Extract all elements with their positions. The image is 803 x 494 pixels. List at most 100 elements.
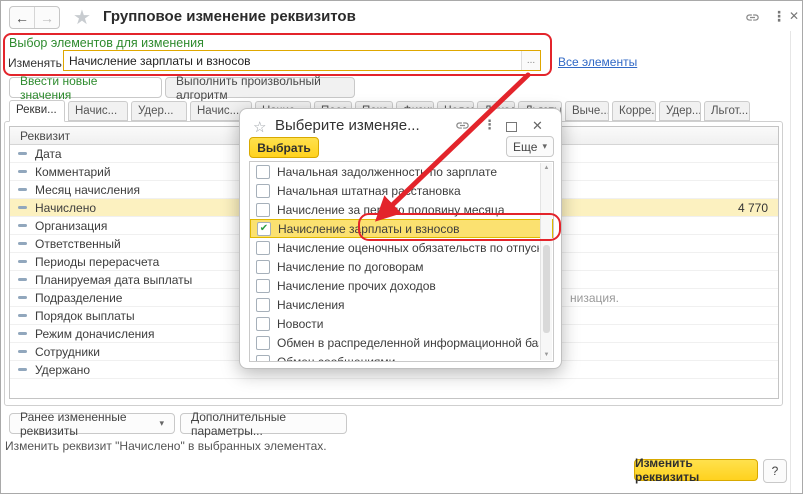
tab-label: Начис...: [197, 105, 239, 117]
attribute-value: 4 770: [738, 201, 768, 215]
tab-14[interactable]: Льгот...: [704, 101, 750, 121]
checklist-item-label: Начальная задолженность по зарплате: [277, 165, 497, 179]
forward-arrow-icon: →: [40, 10, 54, 26]
checkbox-icon[interactable]: [256, 203, 270, 217]
checklist-item[interactable]: Начальная штатная расстановка: [250, 181, 553, 200]
checkbox-icon[interactable]: [256, 355, 270, 363]
previously-changed-button[interactable]: Ранее измененные реквизиты ▾: [9, 413, 175, 434]
attribute-label: Дата: [35, 147, 62, 161]
checklist-item-label: Новости: [277, 317, 323, 331]
attribute-label: Начислено: [35, 201, 96, 215]
attribute-dash-icon: [18, 278, 27, 281]
change-target-field: ...: [63, 50, 541, 71]
checkbox-checked-icon[interactable]: ✔: [257, 222, 271, 236]
checklist-item[interactable]: Начисление оценочных обязательств по отп…: [250, 238, 553, 257]
tab-label: Удер...: [666, 105, 701, 117]
scrollbar[interactable]: ▲ ▼: [540, 163, 552, 360]
scrollbar-thumb[interactable]: [543, 245, 550, 333]
attribute-hint: низация.: [570, 291, 619, 305]
checklist-item-label: Обмен в распределенной информационной ба…: [277, 336, 539, 350]
checklist-item[interactable]: ✔ Начисление зарплаты и взносов: [250, 219, 553, 238]
attribute-label: Удержано: [35, 363, 90, 377]
checkbox-icon[interactable]: [256, 298, 270, 312]
link-icon: [745, 10, 760, 25]
dialog-title: Выберите изменяе...: [275, 117, 445, 134]
apply-changes-button[interactable]: Изменить реквизиты: [634, 459, 758, 481]
dialog-star-icon[interactable]: ☆: [253, 118, 266, 136]
all-elements-link[interactable]: Все элементы: [558, 55, 637, 69]
tab-13[interactable]: Удер...: [659, 101, 701, 121]
checkbox-icon[interactable]: [256, 165, 270, 179]
elements-checklist: Начальная задолженность по зарплате Начал…: [249, 161, 554, 362]
attribute-dash-icon: [18, 350, 27, 353]
more-button[interactable]: Еще ▾: [506, 136, 554, 157]
selection-section-title: Выбор элементов для изменения: [9, 36, 204, 50]
dialog-close-icon[interactable]: ✕: [532, 118, 543, 134]
checkbox-icon[interactable]: [256, 241, 270, 255]
checklist-item[interactable]: Начисления: [250, 295, 553, 314]
enter-new-values-button[interactable]: Ввести новые значения: [9, 77, 162, 98]
attribute-label: Месяц начисления: [35, 183, 140, 197]
select-button[interactable]: Выбрать: [249, 137, 319, 158]
checklist-item-label: Начисление по договорам: [277, 260, 424, 274]
checklist-item[interactable]: Обмен сообщениями: [250, 352, 553, 362]
attribute-dash-icon: [18, 242, 27, 245]
favorite-star-icon[interactable]: ★: [73, 5, 91, 30]
previously-changed-label: Ранее измененные реквизиты: [20, 410, 154, 438]
checklist-item-label: Начисление зарплаты и взносов: [278, 222, 460, 236]
back-button[interactable]: ←: [10, 7, 35, 28]
checklist-item[interactable]: Начальная задолженность по зарплате: [250, 162, 553, 181]
right-gutter: [790, 31, 791, 493]
checkbox-icon[interactable]: [256, 279, 270, 293]
choose-element-button[interactable]: ...: [521, 51, 540, 70]
attribute-label: Периоды перерасчета: [35, 255, 159, 269]
status-text: Изменить реквизит "Начислено" в выбранны…: [5, 439, 327, 453]
attribute-label: Планируемая дата выплаты: [35, 273, 192, 287]
change-target-input[interactable]: [64, 51, 521, 70]
checkbox-icon[interactable]: [256, 336, 270, 350]
attribute-dash-icon: [18, 296, 27, 299]
tab-label: Корре...: [619, 105, 656, 117]
group-change-window: ← → ★ Групповое изменение реквизитов ⋮ ✕…: [0, 0, 803, 494]
tab-0[interactable]: Рекви...: [9, 100, 65, 122]
additional-params-label: Дополнительные параметры...: [191, 410, 336, 438]
dialog-more-menu-icon[interactable]: ⋮: [483, 117, 496, 133]
dialog-get-link-icon[interactable]: [455, 118, 470, 136]
more-menu-icon[interactable]: ⋮: [772, 8, 786, 25]
dialog-maximize-icon[interactable]: [506, 122, 517, 132]
tab-12[interactable]: Корре...: [612, 101, 656, 121]
checkbox-icon[interactable]: [256, 184, 270, 198]
attribute-dash-icon: [18, 152, 27, 155]
checklist-item-label: Начисление за первую половину месяца: [277, 203, 505, 217]
help-button[interactable]: ?: [763, 459, 787, 483]
run-algorithm-button[interactable]: Выполнить произвольный алгоритм: [165, 77, 355, 98]
nav-buttons: ← →: [9, 6, 60, 29]
checkbox-icon[interactable]: [256, 260, 270, 274]
attribute-label: Порядок выплаты: [35, 309, 135, 323]
tab-label: Рекви...: [16, 104, 57, 116]
additional-params-button[interactable]: Дополнительные параметры...: [180, 413, 347, 434]
link-icon: [455, 118, 470, 133]
tab-2[interactable]: Удер...: [131, 101, 187, 121]
check-icon: ✔: [260, 224, 268, 234]
checklist-item[interactable]: Обмен в распределенной информационной ба…: [250, 333, 553, 352]
tab-label: Начис...: [75, 105, 117, 117]
checkbox-icon[interactable]: [256, 317, 270, 331]
tab-1[interactable]: Начис...: [68, 101, 128, 121]
tab-11[interactable]: Выче...: [565, 101, 609, 121]
attribute-label: Организация: [35, 219, 107, 233]
attribute-dash-icon: [18, 188, 27, 191]
get-link-icon[interactable]: [745, 10, 760, 28]
attribute-dash-icon: [18, 314, 27, 317]
close-icon[interactable]: ✕: [789, 9, 799, 23]
scroll-down-icon[interactable]: ▼: [541, 350, 552, 360]
forward-button[interactable]: →: [35, 7, 59, 28]
checklist-item[interactable]: Начисление за первую половину месяца: [250, 200, 553, 219]
checklist-item[interactable]: Начисление по договорам: [250, 257, 553, 276]
chevron-down-icon: ▾: [159, 418, 164, 429]
checklist-item[interactable]: Начисление прочих доходов: [250, 276, 553, 295]
checklist-item[interactable]: Новости: [250, 314, 553, 333]
attribute-label: Режим доначисления: [35, 327, 155, 341]
attribute-dash-icon: [18, 332, 27, 335]
scroll-up-icon[interactable]: ▲: [541, 163, 552, 173]
